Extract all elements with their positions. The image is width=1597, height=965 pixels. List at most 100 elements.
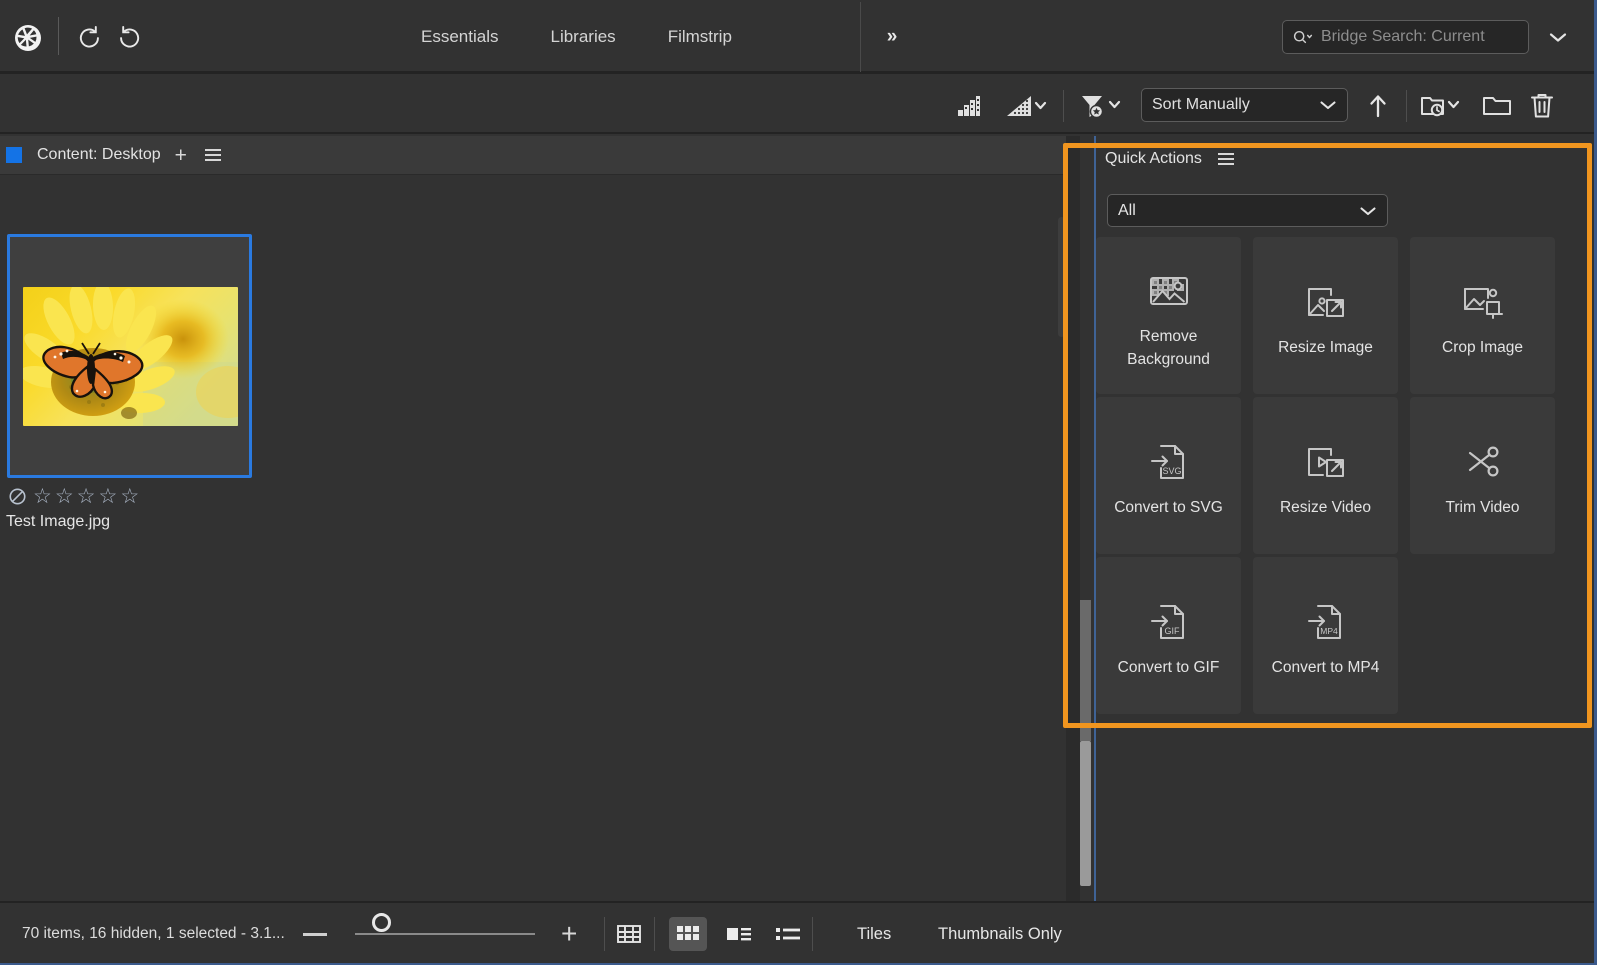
svg-text:MP4: MP4	[1320, 626, 1338, 636]
workspace-overflow-button[interactable]: »	[874, 20, 910, 54]
quick-action-resize-image[interactable]: Resize Image	[1253, 237, 1398, 394]
thumbnails-only-label[interactable]: Thumbnails Only	[938, 925, 1062, 944]
svg-text:GIF: GIF	[1164, 626, 1180, 636]
content-panel-title: Content: Desktop	[37, 146, 161, 163]
thumbnail-image	[23, 287, 238, 426]
tiles-label[interactable]: Tiles	[857, 925, 891, 944]
content-scrollbar[interactable]	[1058, 217, 1065, 337]
statusbar-divider	[812, 917, 813, 951]
quick-action-remove-background[interactable]: Remove Background	[1096, 237, 1241, 394]
quick-actions-header: Quick Actions	[1096, 140, 1594, 178]
status-bar: 70 items, 16 hidden, 1 selected - 3.1...…	[0, 901, 1594, 963]
quick-actions-filter-value: All	[1118, 201, 1136, 219]
convert-to-mp4-icon: MP4	[1304, 591, 1348, 653]
bridge-aperture-logo-icon[interactable]	[8, 18, 48, 58]
add-tab-button[interactable]: +	[175, 145, 187, 166]
quick-action-convert-to-gif[interactable]: GIF Convert to GIF	[1096, 557, 1241, 714]
search-chevron-down-icon[interactable]	[1545, 24, 1571, 50]
quick-action-resize-video[interactable]: Resize Video	[1253, 397, 1398, 554]
convert-to-svg-icon: SVG	[1147, 431, 1191, 493]
rating-star[interactable]: ☆	[33, 486, 52, 507]
quick-actions-panel: Quick Actions All Remove Background Resi…	[1096, 136, 1594, 901]
statusbar-divider	[654, 917, 655, 951]
quick-action-crop-image[interactable]: Crop Image	[1410, 237, 1555, 394]
quick-action-label: Resize Image	[1278, 339, 1373, 357]
tab-libraries[interactable]: Libraries	[524, 0, 641, 74]
quick-action-label: Crop Image	[1442, 339, 1523, 357]
secondary-toolbar	[0, 77, 1594, 134]
search-icon	[1292, 28, 1314, 47]
quick-actions-filter-select[interactable]: All	[1107, 194, 1388, 227]
redo-arrow-icon[interactable]	[112, 20, 146, 54]
quick-action-label: Convert to SVG	[1114, 499, 1223, 517]
delete-trash-icon[interactable]	[1524, 90, 1560, 122]
toolbar-divider	[1406, 90, 1407, 122]
hamburger-menu-icon[interactable]	[1217, 153, 1234, 165]
quick-action-label: Convert to MP4	[1271, 659, 1380, 677]
top-bar: Essentials Libraries Filmstrip » Bridge …	[0, 0, 1594, 74]
view-mode-grid-lock[interactable]	[610, 917, 648, 951]
filter-funnel-star-icon[interactable]	[1077, 90, 1129, 122]
resize-image-icon	[1304, 271, 1348, 333]
rating-row[interactable]: ☆ ☆ ☆ ☆ ☆	[8, 486, 139, 507]
sort-order-select[interactable]: Sort Manually	[1141, 88, 1348, 122]
search-input[interactable]: Bridge Search: Current	[1282, 20, 1529, 54]
crop-image-icon	[1461, 271, 1505, 333]
quick-actions-grid: Remove Background Resize Image Crop Imag…	[1096, 237, 1566, 714]
quick-action-trim-video[interactable]: Trim Video	[1410, 397, 1555, 554]
reject-circle-slash-icon[interactable]	[8, 487, 27, 506]
quick-action-label: Convert to GIF	[1117, 659, 1220, 677]
quick-action-label: Trim Video	[1445, 499, 1520, 517]
view-mode-thumbnail[interactable]	[669, 917, 707, 951]
chevron-down-icon	[1359, 205, 1377, 217]
chevron-down-icon	[1319, 99, 1337, 111]
new-folder-icon[interactable]	[1479, 90, 1515, 122]
resize-video-icon	[1304, 431, 1348, 493]
sort-order-value: Sort Manually	[1152, 96, 1250, 113]
quick-action-label: Resize Video	[1279, 499, 1372, 517]
panel-scrollbar-track[interactable]	[1080, 600, 1091, 741]
status-info-text: 70 items, 16 hidden, 1 selected - 3.1...	[22, 925, 285, 942]
view-mode-details[interactable]	[720, 917, 758, 951]
tab-essentials[interactable]: Essentials	[395, 0, 524, 74]
panel-scrollbar-thumb[interactable]	[1080, 741, 1091, 886]
filter-rating-low-icon[interactable]	[952, 90, 986, 122]
sort-ascending-icon[interactable]	[1363, 90, 1393, 122]
thumbnail-cell[interactable]	[7, 234, 252, 478]
quick-action-convert-to-mp4[interactable]: MP4 Convert to MP4	[1253, 557, 1398, 714]
quick-action-label: Remove Background	[1127, 328, 1210, 368]
search-placeholder: Bridge Search: Current	[1321, 28, 1485, 45]
rating-star[interactable]: ☆	[120, 486, 139, 507]
thumbnail-size-slider-knob[interactable]	[372, 913, 391, 932]
filter-rating-high-icon[interactable]	[1003, 90, 1051, 122]
trim-video-scissors-icon	[1461, 431, 1505, 493]
zoom-out-button[interactable]	[303, 932, 327, 936]
rating-star[interactable]: ☆	[98, 486, 117, 507]
quick-actions-title: Quick Actions	[1105, 150, 1202, 167]
rating-star[interactable]: ☆	[77, 486, 96, 507]
svg-text:SVG: SVG	[1162, 466, 1181, 476]
panel-color-swatch	[6, 147, 22, 163]
undo-arrow-icon[interactable]	[72, 20, 106, 54]
convert-to-gif-icon: GIF	[1147, 591, 1191, 653]
panel-gutter	[1066, 136, 1080, 901]
thumbnail-file-name: Test Image.jpg	[6, 513, 111, 530]
open-recent-folder-icon[interactable]	[1419, 90, 1467, 122]
bridge-window: Essentials Libraries Filmstrip » Bridge …	[0, 0, 1597, 965]
zoom-in-button[interactable]: +	[561, 920, 577, 948]
quick-action-convert-to-svg[interactable]: SVG Convert to SVG	[1096, 397, 1241, 554]
rating-star[interactable]: ☆	[55, 486, 74, 507]
thumbnail-size-slider[interactable]	[355, 933, 535, 935]
content-panel: Content: Desktop + ☆ ☆ ☆ ☆ ☆ Test Image.…	[0, 136, 1066, 901]
content-panel-body: ☆ ☆ ☆ ☆ ☆ Test Image.jpg	[0, 175, 1066, 901]
hamburger-menu-icon[interactable]	[204, 149, 221, 161]
workspace-divider	[860, 2, 861, 72]
view-mode-list[interactable]	[769, 917, 807, 951]
tab-filmstrip[interactable]: Filmstrip	[642, 0, 758, 74]
remove-background-icon	[1147, 260, 1191, 322]
content-panel-header: Content: Desktop +	[0, 136, 1066, 175]
statusbar-divider	[604, 917, 605, 951]
workspace-tabs: Essentials Libraries Filmstrip	[395, 0, 758, 74]
quick-action-empty-slot	[1410, 557, 1555, 714]
toolbar-divider	[1063, 90, 1064, 122]
